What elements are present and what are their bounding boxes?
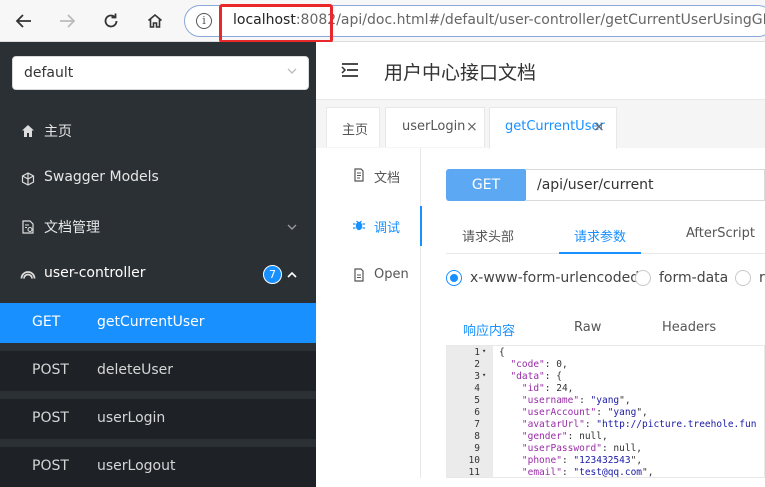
tab-response-content[interactable]: 响应内容: [463, 320, 515, 339]
body-type-radios: x-www-form-urlencoded form-data ra: [446, 264, 765, 292]
code-line: 4 "id": 24,: [474, 383, 574, 394]
response-code-editor[interactable]: 1 ▾{2 "code": 0, 3 ▾ "data": {4 "id": 24, 5 …: [446, 345, 765, 478]
request-path-input[interactable]: /api/user/current: [525, 169, 765, 201]
endpoint-item-deleteuser[interactable]: POST deleteUser: [0, 351, 316, 391]
tab-request-headers[interactable]: 请求头部: [462, 226, 514, 245]
tab-afterscript[interactable]: AfterScript: [686, 226, 755, 241]
close-icon[interactable]: ×: [466, 119, 478, 135]
back-button[interactable]: [10, 7, 38, 35]
main-panel: 用户中心接口文档 主页 userLogin × getCurrentUser ×…: [316, 42, 765, 478]
tab-userlogin[interactable]: userLogin ×: [385, 107, 485, 147]
debug-content: GET /api/user/current 请求头部 请求参数 AfterScr…: [422, 148, 765, 478]
group-select[interactable]: default: [12, 56, 309, 90]
reload-icon: [104, 13, 118, 28]
controller-icon: [20, 267, 36, 283]
code-line: 8 "gender": null,: [474, 431, 608, 442]
home-icon: [20, 123, 36, 139]
info-icon[interactable]: i: [196, 13, 212, 29]
bug-icon: [353, 220, 365, 231]
code-line: 11 "email": "test@qq.com",: [468, 467, 654, 478]
document-icon: [354, 168, 364, 182]
home-browser-icon: [147, 13, 163, 28]
tab-getcurrentuser[interactable]: getCurrentUser ×: [489, 107, 617, 149]
side-tab-open[interactable]: Open: [316, 256, 421, 296]
sidebar-item-swagger-models[interactable]: Swagger Models: [0, 155, 316, 203]
menu-fold-icon[interactable]: [341, 62, 359, 78]
home-button[interactable]: [141, 7, 169, 35]
document-manage-icon: [20, 219, 36, 235]
radio-form-data[interactable]: [635, 270, 651, 286]
fold-toggle-icon: ▾: [482, 371, 487, 379]
sidebar-item-home[interactable]: 主页: [0, 107, 316, 155]
forward-button[interactable]: [53, 7, 81, 35]
sidebar-item-doc-manage[interactable]: 文档管理: [0, 203, 316, 251]
page-title: 用户中心接口文档: [384, 62, 537, 84]
chevron-down-icon: [287, 224, 297, 230]
code-line: 1 ▾{: [474, 347, 505, 358]
radio-urlencoded[interactable]: [446, 270, 462, 286]
close-icon[interactable]: ×: [593, 119, 605, 135]
forward-arrow-icon: [60, 14, 76, 28]
sidebar: default 主页 Swagger Models 文档管理 user-cont…: [0, 42, 316, 487]
code-line: 9 "userPassword": null,: [474, 443, 643, 454]
code-line: 2 "code": 0,: [474, 359, 568, 370]
code-line: 5 "username": "yang",: [474, 395, 631, 406]
chevron-up-icon: [287, 271, 297, 278]
tab-bar: 主页 userLogin × getCurrentUser ×: [316, 100, 765, 149]
doc-side-tabs: 文档 调试 Open: [316, 148, 422, 478]
code-line: 6 "userAccount": "yang",: [474, 407, 648, 418]
page-header: 用户中心接口文档: [316, 42, 765, 100]
sidebar-item-user-controller[interactable]: user-controller 7: [0, 251, 316, 299]
radio-raw[interactable]: [735, 270, 751, 286]
tab-home[interactable]: 主页: [326, 107, 380, 147]
code-line: 7 "avatarUrl": "http://picture.treehole.…: [474, 419, 757, 430]
reload-button[interactable]: [97, 7, 125, 35]
endpoint-item-getcurrentuser[interactable]: GET getCurrentUser: [0, 303, 316, 343]
endpoint-count-badge: 7: [263, 265, 282, 284]
side-tab-debug[interactable]: 调试: [316, 206, 422, 246]
method-label: GET: [446, 169, 526, 201]
side-tab-doc[interactable]: 文档: [316, 156, 421, 196]
tab-raw[interactable]: Raw: [574, 320, 601, 335]
back-arrow-icon: [15, 14, 31, 28]
fold-toggle-icon: ▾: [482, 347, 487, 355]
file-icon: [354, 268, 364, 282]
response-tabs: 响应内容 Raw Headers: [446, 308, 765, 348]
request-tabs: 请求头部 请求参数 AfterScript: [446, 214, 765, 254]
tab-request-params[interactable]: 请求参数: [574, 226, 626, 245]
endpoint-item-userlogout[interactable]: POST userLogout: [0, 447, 316, 487]
code-line: 10 "phone": "123432543",: [468, 455, 643, 466]
models-icon: [20, 171, 36, 187]
endpoint-item-userlogin[interactable]: POST userLogin: [0, 399, 316, 439]
tab-headers[interactable]: Headers: [662, 320, 716, 335]
browser-toolbar: i localhost:8082/api/doc.html#/default/u…: [0, 0, 765, 42]
chevron-down-icon: [287, 68, 297, 74]
code-line: 3 ▾ "data": {: [474, 371, 562, 382]
url-highlight-annotation: [219, 4, 333, 43]
